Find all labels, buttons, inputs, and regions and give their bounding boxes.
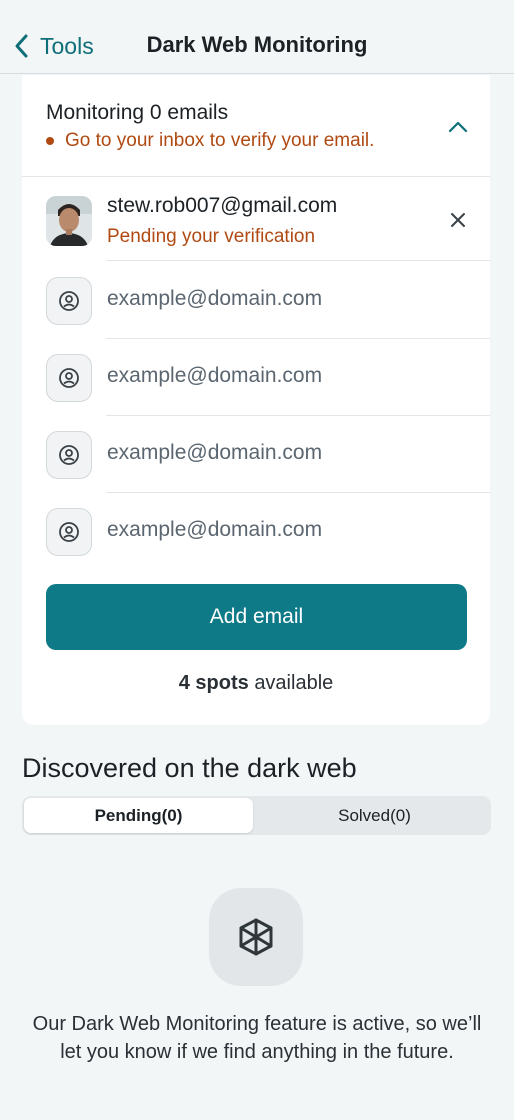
add-email-button[interactable]: Add email: [46, 584, 467, 650]
close-icon[interactable]: [448, 210, 468, 230]
email-slot-placeholder: example@domain.com: [107, 287, 323, 310]
email-status: Pending your verification: [107, 226, 316, 247]
email-address: stew.rob007@gmail.com: [107, 194, 338, 217]
nav-bar: Tools Dark Web Monitoring: [0, 0, 514, 74]
user-circle-icon: [46, 354, 92, 402]
tab-solved[interactable]: Solved(0): [260, 798, 489, 833]
email-row: stew.rob007@gmail.com Pending your verif…: [22, 178, 490, 261]
user-circle-icon: [46, 431, 92, 479]
monitoring-header[interactable]: Monitoring 0 emails Go to your inbox to …: [22, 75, 490, 177]
verify-warning: Go to your inbox to verify your email.: [46, 130, 374, 152]
status-tabs: Pending(0) Solved(0): [22, 796, 491, 835]
email-slot-placeholder: example@domain.com: [107, 518, 323, 541]
chevron-up-icon[interactable]: [446, 115, 470, 139]
email-slot-placeholder: example@domain.com: [107, 441, 323, 464]
avatar: [46, 196, 92, 246]
tab-pending[interactable]: Pending(0): [24, 798, 253, 833]
email-slot[interactable]: example@domain.com: [22, 261, 490, 339]
dark-web-cube-icon: [209, 888, 303, 986]
empty-state-message: Our Dark Web Monitoring feature is activ…: [32, 1013, 482, 1063]
user-circle-icon: [46, 508, 92, 556]
verify-warning-text: Go to your inbox to verify your email.: [65, 130, 375, 151]
email-slot[interactable]: example@domain.com: [22, 415, 490, 493]
email-slot[interactable]: example@domain.com: [22, 492, 490, 570]
spots-suffix: available: [254, 672, 334, 694]
page-title: Dark Web Monitoring: [146, 32, 368, 57]
discovered-title: Discovered on the dark web: [22, 753, 357, 783]
email-slot-placeholder: example@domain.com: [107, 364, 323, 387]
email-slot[interactable]: example@domain.com: [22, 338, 490, 416]
spots-count: 4 spots: [178, 672, 249, 694]
monitoring-card: Monitoring 0 emails Go to your inbox to …: [22, 75, 490, 725]
user-circle-icon: [46, 277, 92, 325]
spots-available: 4 spots available: [22, 672, 490, 695]
warning-dot-icon: [46, 137, 54, 145]
monitoring-title: Monitoring 0 emails: [46, 101, 229, 124]
